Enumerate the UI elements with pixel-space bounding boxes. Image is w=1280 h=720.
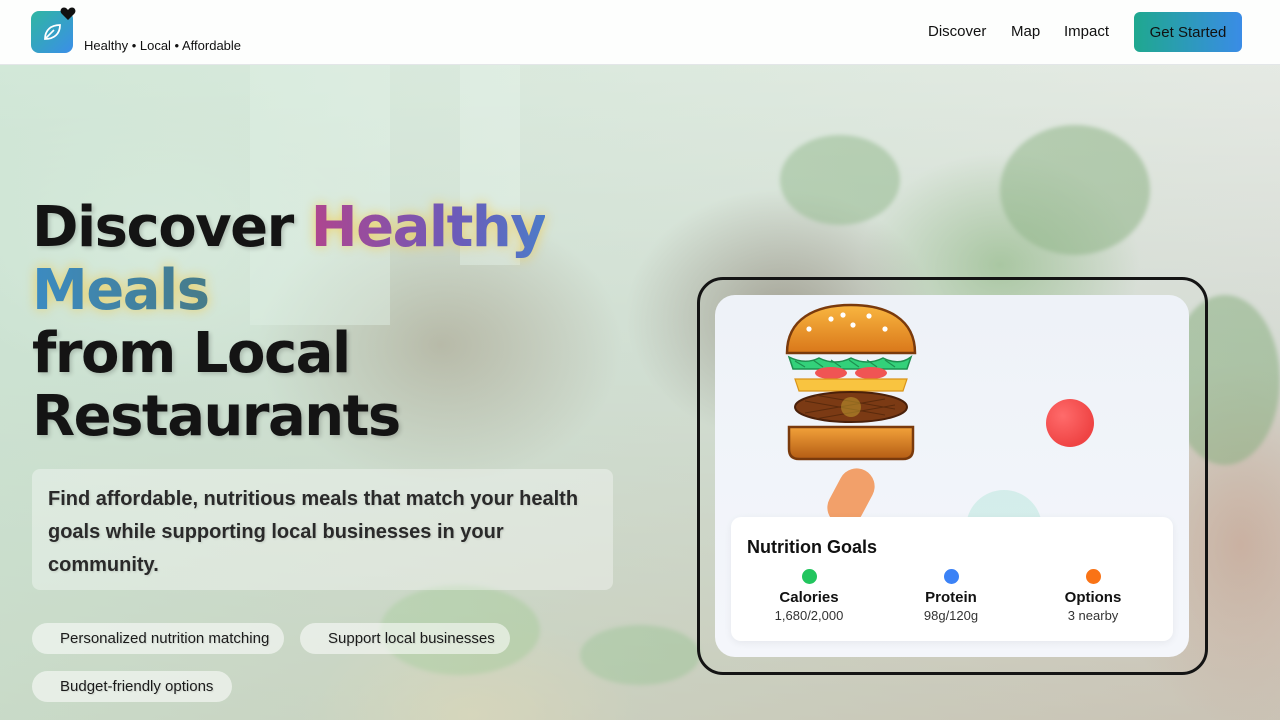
nutrition-goals-panel: Nutrition Goals Calories 1,680/2,000 Pro… (731, 517, 1173, 641)
feature-pill-local: Support local businesses (300, 623, 510, 654)
leaf-icon (44, 24, 61, 40)
calories-indicator (801, 569, 817, 584)
metric-value: 1,680/2,000 (774, 608, 844, 623)
metric-label: Protein (925, 589, 977, 606)
options-indicator (1085, 569, 1101, 584)
metric-value: 98g/120g (923, 608, 979, 623)
headline-text: from Local (32, 321, 351, 386)
headline-highlight-meals: Meals (32, 258, 210, 323)
metric-protein: Protein 98g/120g (881, 569, 1021, 623)
metric-options: Options 3 nearby (1023, 569, 1163, 623)
nutrition-goals-title: Nutrition Goals (747, 537, 877, 557)
site-header: Healthy • Local • Affordable Discover Ma… (0, 0, 1280, 65)
burger-icon (785, 303, 917, 461)
metric-label: Options (1064, 589, 1122, 606)
nav-impact[interactable]: Impact (1064, 23, 1109, 40)
decorative-ball (1046, 399, 1094, 447)
nav-map[interactable]: Map (1011, 23, 1040, 40)
metric-label: Calories (779, 589, 839, 606)
protein-indicator (943, 569, 959, 584)
brand-tagline: Healthy • Local • Affordable (84, 38, 242, 53)
headline-highlight-healthy: Healthy (310, 195, 547, 260)
headline-text: Discover (32, 195, 311, 260)
hero-description: Find affordable, nutritious meals that m… (48, 488, 579, 576)
hero-description-box: Find affordable, nutritious meals that m… (32, 469, 613, 590)
hero-headline: Discover Healthy Meals from Local Restau… (32, 195, 547, 449)
metric-calories: Calories 1,680/2,000 (739, 569, 879, 623)
get-started-button[interactable]: Get Started (1134, 12, 1242, 52)
metric-value: 3 nearby (1067, 608, 1119, 623)
nutrition-card: Nutrition Goals Calories 1,680/2,000 Pro… (715, 295, 1189, 657)
heart-icon (60, 7, 76, 20)
feature-pill-budget: Budget-friendly options (32, 671, 232, 702)
headline-text: Restaurants (32, 384, 401, 449)
feature-pill-nutrition: Personalized nutrition matching (32, 623, 284, 654)
nav-discover[interactable]: Discover (928, 23, 986, 40)
